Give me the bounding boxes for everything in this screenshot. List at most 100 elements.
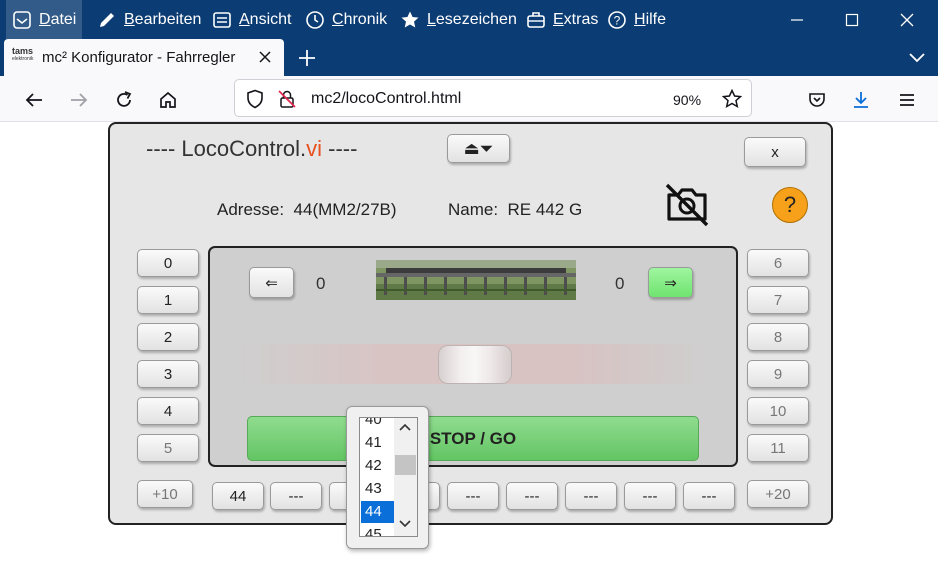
- plus-icon: [299, 50, 315, 66]
- menu-datei[interactable]: Datei: [6, 0, 83, 39]
- function-button-7[interactable]: 7: [747, 286, 809, 314]
- function-button-6[interactable]: 6: [747, 249, 809, 277]
- function-button-5[interactable]: 5: [137, 434, 199, 462]
- address-slot-9[interactable]: ---: [683, 482, 735, 510]
- menu-ansicht[interactable]: Ansicht: [206, 0, 297, 39]
- address-option[interactable]: 42: [361, 455, 394, 477]
- chevron-down-icon[interactable]: [399, 519, 411, 529]
- address-slot-7[interactable]: ---: [565, 482, 617, 510]
- download-icon: [854, 92, 868, 108]
- hamburger-icon: [900, 94, 914, 106]
- maximize-icon: [845, 13, 859, 26]
- file-icon: [12, 10, 32, 30]
- camera-off-icon[interactable]: [661, 181, 713, 227]
- view-icon: [212, 10, 232, 30]
- tab-title: mc² Konfigurator - Fahrregler: [42, 49, 236, 66]
- function-button-11[interactable]: 11: [747, 434, 809, 462]
- url-bar[interactable]: mc2/locoControl.html 90%: [234, 79, 752, 117]
- tab-fahrregler[interactable]: tams elektronik mc² Konfigurator - Fahrre…: [4, 39, 284, 76]
- page-minus-button[interactable]: +10: [137, 480, 193, 508]
- app-menu-button[interactable]: [892, 85, 922, 115]
- function-button-3[interactable]: 3: [137, 360, 199, 388]
- dropdown-scroll-thumb[interactable]: [395, 455, 416, 475]
- home-icon: [160, 91, 176, 108]
- address-slot-2[interactable]: ---: [270, 482, 322, 510]
- address-option[interactable]: 40: [361, 418, 394, 431]
- drive-control-area: ⇐ 0 0 ⇒ STOP / GO: [208, 246, 738, 467]
- address-option[interactable]: 41: [361, 432, 394, 454]
- page-content: ---- LocoControl.vi ---- ⏏⏷ x Adresse: 4…: [0, 122, 938, 565]
- speed-value-left: 0: [316, 274, 326, 293]
- star-icon: [400, 10, 420, 30]
- address-option[interactable]: 45: [361, 524, 394, 536]
- pencil-icon: [97, 10, 117, 30]
- function-button-10[interactable]: 10: [747, 397, 809, 425]
- address-option-list[interactable]: 40 41 42 43 44 45: [359, 417, 418, 537]
- arrow-left-icon: [25, 93, 42, 107]
- function-button-0[interactable]: 0: [137, 249, 199, 277]
- panel-close-button[interactable]: x: [744, 137, 806, 167]
- menu-hilfe[interactable]: ? Hilfe: [601, 0, 672, 39]
- menu-extras[interactable]: Extras: [520, 0, 604, 39]
- svg-text:?: ?: [614, 13, 621, 27]
- pocket-button[interactable]: [802, 85, 832, 115]
- zoom-level[interactable]: 90%: [673, 92, 701, 108]
- menu-lesezeichen[interactable]: Lesezeichen: [394, 0, 523, 39]
- menu-bar: Datei Bearbeiten Ansicht Chronik Lesezei…: [0, 0, 938, 39]
- address-option-selected[interactable]: 44: [361, 501, 394, 523]
- function-button-1[interactable]: 1: [137, 286, 199, 314]
- eject-icon: ⏏⏷: [463, 138, 494, 158]
- tab-close-button[interactable]: [254, 46, 276, 68]
- back-button[interactable]: [19, 85, 49, 115]
- address-slot-6[interactable]: ---: [506, 482, 558, 510]
- shield-icon[interactable]: [245, 89, 265, 109]
- address-dropdown[interactable]: 40 41 42 43 44 45: [346, 406, 429, 549]
- menu-chronik[interactable]: Chronik: [299, 0, 393, 39]
- toolbox-icon: [526, 10, 546, 30]
- address-display: Adresse: 44(MM2/27B): [217, 200, 397, 219]
- function-button-4[interactable]: 4: [137, 397, 199, 425]
- address-slot-5[interactable]: ---: [447, 482, 499, 510]
- address-slot-1[interactable]: 44: [212, 482, 264, 510]
- downloads-button[interactable]: [846, 85, 876, 115]
- speed-value-right: 0: [615, 274, 625, 293]
- arrow-right-icon: [71, 93, 88, 107]
- dropdown-scrollbar[interactable]: [394, 418, 417, 536]
- function-button-9[interactable]: 9: [747, 360, 809, 388]
- page-plus-button[interactable]: +20: [747, 480, 809, 508]
- address-option[interactable]: 43: [361, 478, 394, 500]
- loco-name-display: Name: RE 442 G: [448, 200, 583, 219]
- minimize-button[interactable]: [770, 0, 824, 39]
- new-tab-button[interactable]: [295, 46, 319, 70]
- reload-button[interactable]: [109, 85, 139, 115]
- close-icon: [900, 13, 914, 26]
- menu-bearbeiten[interactable]: Bearbeiten: [91, 0, 207, 39]
- bookmark-star-icon[interactable]: [722, 89, 742, 109]
- locomotive-image: [376, 260, 576, 300]
- tab-bar: tams elektronik mc² Konfigurator - Fahrre…: [0, 39, 938, 76]
- help-button[interactable]: ?: [772, 187, 808, 223]
- insecure-lock-icon[interactable]: [277, 89, 297, 109]
- function-button-8[interactable]: 8: [747, 323, 809, 351]
- chevron-up-icon[interactable]: [399, 422, 411, 432]
- minimize-icon: [791, 18, 803, 21]
- home-button[interactable]: [153, 85, 183, 115]
- close-icon: [259, 51, 271, 63]
- maximize-button[interactable]: [825, 0, 879, 39]
- forward-button[interactable]: [64, 85, 94, 115]
- eject-button[interactable]: ⏏⏷: [447, 134, 510, 163]
- pocket-icon: [809, 93, 825, 107]
- chevron-down-icon: [909, 53, 925, 63]
- tab-list-button[interactable]: [905, 48, 929, 68]
- url-text[interactable]: mc2/locoControl.html: [311, 90, 461, 108]
- loco-control-panel: ---- LocoControl.vi ---- ⏏⏷ x Adresse: 4…: [108, 122, 833, 525]
- direction-forward-button[interactable]: ⇒: [648, 267, 693, 298]
- panel-title: ---- LocoControl.vi ----: [146, 136, 358, 161]
- window-close-button[interactable]: [880, 0, 934, 39]
- speed-slider-thumb[interactable]: [438, 345, 512, 384]
- address-slot-8[interactable]: ---: [624, 482, 676, 510]
- function-button-2[interactable]: 2: [137, 323, 199, 351]
- stop-go-button[interactable]: STOP / GO: [247, 416, 699, 461]
- direction-reverse-button[interactable]: ⇐: [249, 267, 294, 298]
- reload-icon: [117, 91, 132, 107]
